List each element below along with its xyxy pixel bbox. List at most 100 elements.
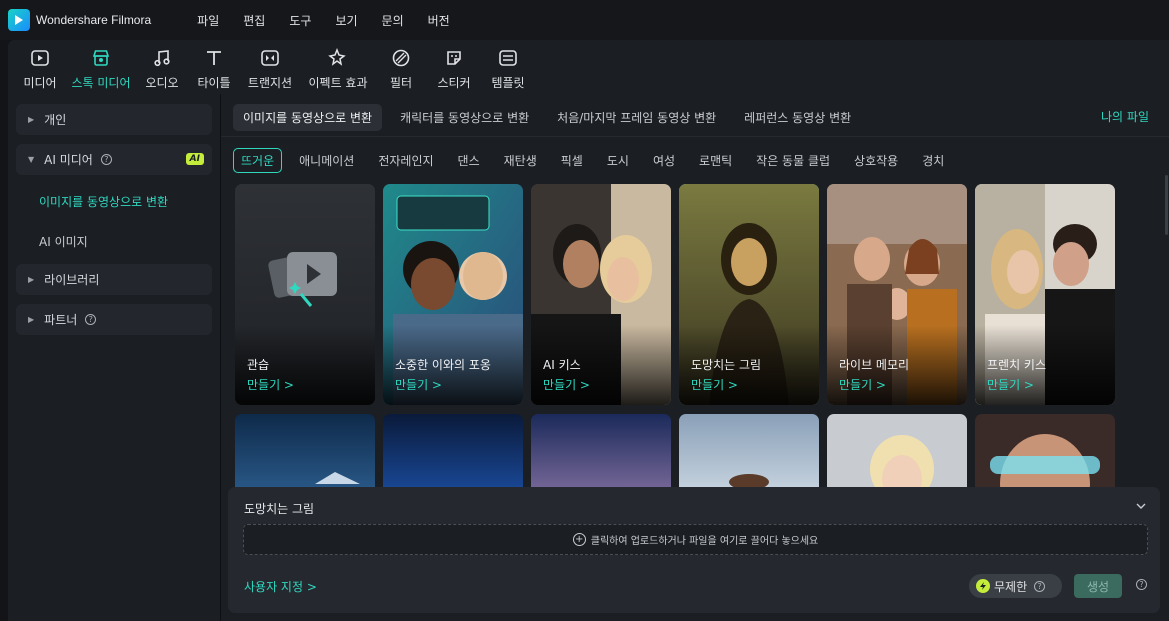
- bolt-icon: [976, 579, 990, 593]
- tab-character-to-video[interactable]: 캐릭터를 동영상으로 변환: [390, 104, 539, 131]
- card-thumbnail: [827, 414, 967, 494]
- help-icon[interactable]: ?: [100, 154, 112, 165]
- category-animation[interactable]: 애니메이션: [292, 149, 361, 172]
- template-card[interactable]: AI 키스 만들기 >: [531, 184, 671, 405]
- generate-button[interactable]: 생성: [1074, 574, 1122, 598]
- card-create-link[interactable]: 만들기 >: [987, 376, 1034, 393]
- template-card-selected[interactable]: 도망치는 그림 만들기 >: [679, 184, 819, 405]
- generation-panel: 도망치는 그림 + 클릭하여 업로드하거나 파일을 여기로 끌어다 놓으세요 사…: [228, 487, 1160, 613]
- card-title: 도망치는 그림: [691, 358, 762, 372]
- tool-filters[interactable]: 필터: [376, 40, 426, 94]
- tab-reference-video[interactable]: 레퍼런스 동영상 변환: [734, 104, 861, 131]
- template-card[interactable]: [531, 414, 671, 494]
- card-title: 관습: [247, 358, 270, 372]
- custom-settings-link[interactable]: 사용자 지정 >: [244, 578, 317, 595]
- template-card[interactable]: 관습 만들기 >: [235, 184, 375, 405]
- menu-help[interactable]: 문의: [370, 12, 416, 29]
- menu-tools[interactable]: 도구: [277, 12, 323, 29]
- sidebar-sub-image-to-video[interactable]: 이미지를 동영상으로 변환: [39, 193, 168, 210]
- divider: [221, 136, 1169, 137]
- title-icon: [203, 47, 225, 69]
- panel-title: 도망치는 그림: [244, 502, 315, 516]
- category-microwave[interactable]: 전자레인지: [371, 149, 440, 172]
- help-icon[interactable]: ?: [1136, 579, 1147, 590]
- chevron-down-icon[interactable]: [1136, 501, 1146, 511]
- template-card[interactable]: [975, 414, 1115, 494]
- sidebar: ▶ 개인 ▼ AI 미디어 ? AI 이미지를 동영상으로 변환 AI 이미지 …: [8, 94, 220, 621]
- sidebar-sub-ai-image[interactable]: AI 이미지: [39, 233, 88, 250]
- template-card[interactable]: [679, 414, 819, 494]
- tool-titles[interactable]: 타이틀: [188, 40, 240, 94]
- card-create-link[interactable]: 만들기 >: [839, 376, 886, 393]
- card-title: 라이브 메모리: [839, 358, 910, 372]
- category-interaction[interactable]: 상호작용: [847, 149, 905, 172]
- template-card[interactable]: 소중한 이와의 포옹 만들기 >: [383, 184, 523, 405]
- scrollbar[interactable]: [1165, 175, 1168, 235]
- card-title: AI 키스: [543, 358, 581, 372]
- card-title: 소중한 이와의 포옹: [395, 358, 491, 372]
- tool-audio[interactable]: 오디오: [136, 40, 188, 94]
- template-icon: [497, 47, 519, 69]
- menu-view[interactable]: 보기: [323, 12, 369, 29]
- category-small-animals[interactable]: 작은 동물 클럽: [749, 149, 837, 172]
- menu-file[interactable]: 파일: [185, 12, 231, 29]
- category-city[interactable]: 도시: [600, 149, 636, 172]
- card-thumbnail: [531, 414, 671, 494]
- template-card[interactable]: 라이브 메모리 만들기 >: [827, 184, 967, 405]
- tool-transitions[interactable]: 트랜지션: [240, 40, 300, 94]
- help-icon[interactable]: ?: [1034, 580, 1046, 592]
- card-thumbnail: [975, 414, 1115, 494]
- category-bar: 뜨거운 애니메이션 전자레인지 댄스 재탄생 픽셀 도시 여성 로맨틱 작은 동…: [233, 148, 961, 173]
- mode-tabs: 이미지를 동영상으로 변환 캐릭터를 동영상으로 변환 처음/마지막 프레임 동…: [233, 104, 869, 131]
- template-card[interactable]: [235, 414, 375, 494]
- tab-image-to-video[interactable]: 이미지를 동영상으로 변환: [233, 104, 383, 131]
- tool-templates[interactable]: 템플릿: [482, 40, 534, 94]
- unlimited-toggle[interactable]: 무제한 ?: [969, 574, 1062, 598]
- help-icon[interactable]: ?: [85, 314, 97, 325]
- card-create-link[interactable]: 만들기 >: [247, 376, 294, 393]
- tab-first-last-frame[interactable]: 처음/마지막 프레임 동영상 변환: [547, 104, 726, 131]
- filmora-logo-icon: [8, 9, 30, 31]
- card-thumbnail: [235, 414, 375, 494]
- category-romantic[interactable]: 로맨틱: [692, 149, 739, 172]
- card-thumbnail: [679, 414, 819, 494]
- sidebar-item-library[interactable]: ▶ 라이브러리: [16, 264, 212, 295]
- tool-effects[interactable]: 이펙트 효과: [300, 40, 376, 94]
- card-create-link[interactable]: 만들기 >: [543, 376, 590, 393]
- card-title: 프렌치 키스: [987, 358, 1047, 372]
- audio-icon: [151, 47, 173, 69]
- chevron-down-icon: ▼: [28, 155, 35, 164]
- chevron-right-icon: ▶: [28, 115, 35, 124]
- filter-icon: [390, 47, 412, 69]
- menu-version[interactable]: 버전: [416, 12, 462, 29]
- transition-icon: [259, 47, 281, 69]
- tool-stickers[interactable]: 스티커: [426, 40, 482, 94]
- stock-media-icon: [90, 47, 112, 69]
- menu-bar: 파일 편집 도구 보기 문의 버전: [185, 12, 462, 29]
- upload-hint: 클릭하여 업로드하거나 파일을 여기로 끌어다 놓으세요: [590, 536, 819, 547]
- category-dance[interactable]: 댄스: [451, 149, 487, 172]
- template-card[interactable]: [383, 414, 523, 494]
- my-files-link[interactable]: 나의 파일: [1101, 108, 1149, 125]
- menu-edit[interactable]: 편집: [231, 12, 277, 29]
- template-card[interactable]: 프렌치 키스 만들기 >: [975, 184, 1115, 405]
- effects-icon: [327, 47, 349, 69]
- sidebar-item-personal[interactable]: ▶ 개인: [16, 104, 212, 135]
- category-rebirth[interactable]: 재탄생: [497, 149, 544, 172]
- tool-media[interactable]: 미디어: [14, 40, 66, 94]
- category-hot[interactable]: 뜨거운: [233, 148, 283, 173]
- upload-dropzone[interactable]: + 클릭하여 업로드하거나 파일을 여기로 끌어다 놓으세요: [243, 524, 1148, 555]
- sidebar-item-ai-media[interactable]: ▼ AI 미디어 ? AI: [16, 144, 212, 175]
- card-create-link[interactable]: 만들기 >: [691, 376, 738, 393]
- sticker-icon: [443, 47, 465, 69]
- category-scenery[interactable]: 경치: [915, 149, 951, 172]
- template-card[interactable]: [827, 414, 967, 494]
- card-create-link[interactable]: 만들기 >: [395, 376, 442, 393]
- add-icon: +: [572, 533, 586, 546]
- sidebar-item-partner[interactable]: ▶ 파트너 ?: [16, 304, 212, 335]
- tool-stock-media[interactable]: 스톡 미디어: [66, 40, 136, 94]
- media-icon: [29, 47, 51, 69]
- category-pixel[interactable]: 픽셀: [554, 149, 590, 172]
- category-women[interactable]: 여성: [646, 149, 682, 172]
- card-thumbnail: [383, 414, 523, 494]
